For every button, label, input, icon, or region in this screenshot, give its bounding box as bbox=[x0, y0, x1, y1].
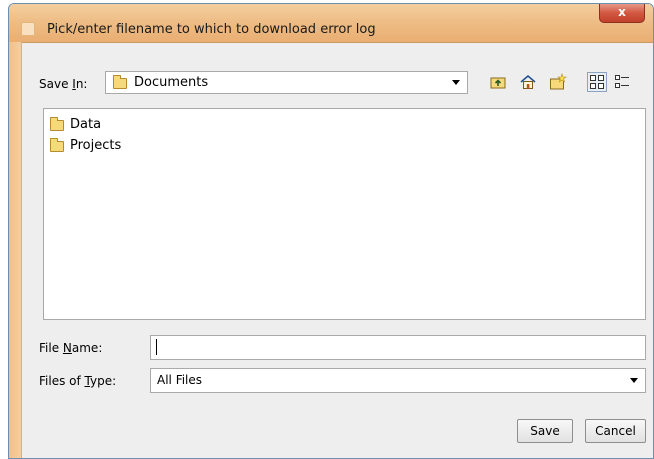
new-folder-button[interactable] bbox=[548, 72, 568, 92]
folder-icon bbox=[50, 138, 64, 152]
file-name-input[interactable] bbox=[150, 335, 646, 360]
list-view-button[interactable] bbox=[587, 72, 607, 92]
details-view-button[interactable] bbox=[612, 72, 632, 92]
app-icon bbox=[21, 22, 35, 36]
home-icon bbox=[520, 75, 536, 89]
title-bar: Pick/enter filename to which to download… bbox=[9, 4, 653, 43]
close-button[interactable]: x bbox=[599, 4, 645, 23]
save-button[interactable]: Save bbox=[517, 419, 573, 443]
chevron-down-icon[interactable] bbox=[630, 378, 638, 383]
folder-icon bbox=[113, 75, 127, 89]
list-item-label: Data bbox=[70, 117, 102, 132]
list-item-label: Projects bbox=[70, 138, 122, 153]
chevron-down-icon[interactable] bbox=[452, 80, 460, 85]
dialog-body: Save In: Documents Data Projects File Na… bbox=[22, 43, 653, 458]
up-one-level-button[interactable] bbox=[488, 72, 508, 92]
folder-icon bbox=[50, 117, 64, 131]
window-frame bbox=[9, 42, 22, 458]
home-button[interactable] bbox=[518, 72, 538, 92]
text-cursor bbox=[156, 339, 157, 355]
file-save-dialog: Pick/enter filename to which to download… bbox=[8, 3, 654, 459]
file-type-combo[interactable]: All Files bbox=[150, 368, 646, 393]
dialog-title: Pick/enter filename to which to download… bbox=[47, 22, 376, 37]
new-folder-icon bbox=[550, 73, 567, 90]
file-type-value: All Files bbox=[157, 373, 203, 387]
file-type-label: Files of Type: bbox=[39, 374, 117, 388]
cancel-button[interactable]: Cancel bbox=[585, 419, 646, 443]
save-in-value: Documents bbox=[134, 75, 209, 90]
up-one-level-icon bbox=[490, 77, 506, 89]
save-in-combo[interactable]: Documents bbox=[105, 71, 468, 94]
file-list[interactable]: Data Projects bbox=[43, 108, 646, 320]
list-view-icon bbox=[590, 75, 604, 89]
file-name-label: File Name: bbox=[39, 341, 103, 355]
details-view-icon bbox=[615, 75, 629, 88]
save-in-label: Save In: bbox=[39, 77, 88, 91]
